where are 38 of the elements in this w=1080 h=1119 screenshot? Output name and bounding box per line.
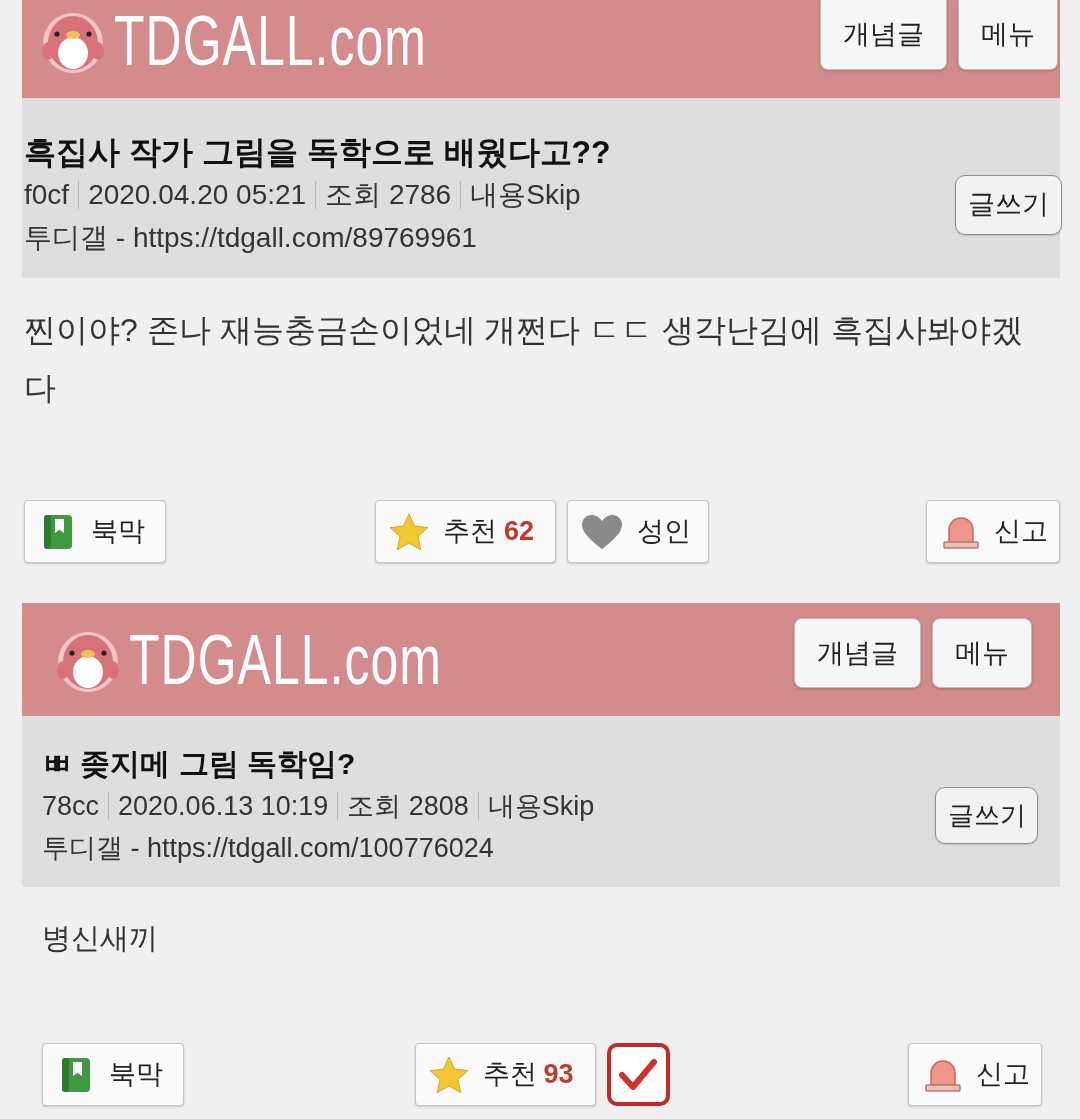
content-skip-link[interactable]: 내용Skip xyxy=(487,785,595,827)
author-name[interactable]: 78cc xyxy=(42,785,100,827)
header-button[interactable]: 메뉴 xyxy=(932,618,1032,688)
author-name[interactable]: f0cf xyxy=(24,173,70,216)
bookmark-button[interactable]: 북막 xyxy=(42,1043,184,1106)
report-button[interactable]: 신고 xyxy=(926,500,1060,563)
heart-icon xyxy=(581,513,623,550)
post-url: 투디갤 - https://tdgall.com/100776024 xyxy=(42,832,495,865)
bookmark-button[interactable]: 북막 xyxy=(24,500,166,563)
report-button[interactable]: 신고 xyxy=(908,1043,1042,1106)
siren-lamp-icon xyxy=(924,1057,962,1092)
view-count: 조회 2808 xyxy=(347,790,469,823)
content-skip-link[interactable]: 내용Skip xyxy=(470,173,581,216)
star-icon xyxy=(389,512,429,551)
view-count: 조회 2786 xyxy=(325,178,452,212)
post-title: ㅃ 좆지메 그림 독학임? xyxy=(42,746,357,782)
header-button[interactable]: 메뉴 xyxy=(958,0,1058,70)
book-icon xyxy=(43,513,73,550)
header-button[interactable]: 개념글 xyxy=(794,618,921,688)
post-url: 투디갤 - https://tdgall.com/89769961 xyxy=(24,221,478,255)
post-date: 2020.04.20 05:21 xyxy=(88,178,307,212)
post-body: 찐이야? 존나 재능충금손이었네 개쩐다 ㄷㄷ 생각난김에 흑집사봐야겠다 xyxy=(24,311,1025,408)
post-body: 병신새끼 xyxy=(42,921,159,956)
write-button[interactable]: 글쓰기 xyxy=(935,786,1038,844)
recommend-count: 62 xyxy=(504,515,535,549)
book-icon xyxy=(61,1056,91,1093)
checkbox[interactable] xyxy=(606,1043,670,1106)
tick-icon xyxy=(618,1057,658,1092)
recommend-count: 93 xyxy=(543,1058,574,1092)
write-button[interactable]: 글쓰기 xyxy=(955,174,1062,235)
siren-lamp-icon xyxy=(942,514,980,549)
recommend-button[interactable]: 추천 62 xyxy=(375,500,556,563)
star-icon xyxy=(428,1055,469,1094)
recommend-button[interactable]: 추천 93 xyxy=(414,1043,596,1106)
post-title: 흑집사 작가 그림을 독학으로 배웠다고?? xyxy=(24,133,611,172)
adult-button[interactable]: 성인 xyxy=(567,500,709,563)
header-button[interactable]: 개념글 xyxy=(820,0,947,70)
post-date: 2020.06.13 10:19 xyxy=(118,790,329,823)
